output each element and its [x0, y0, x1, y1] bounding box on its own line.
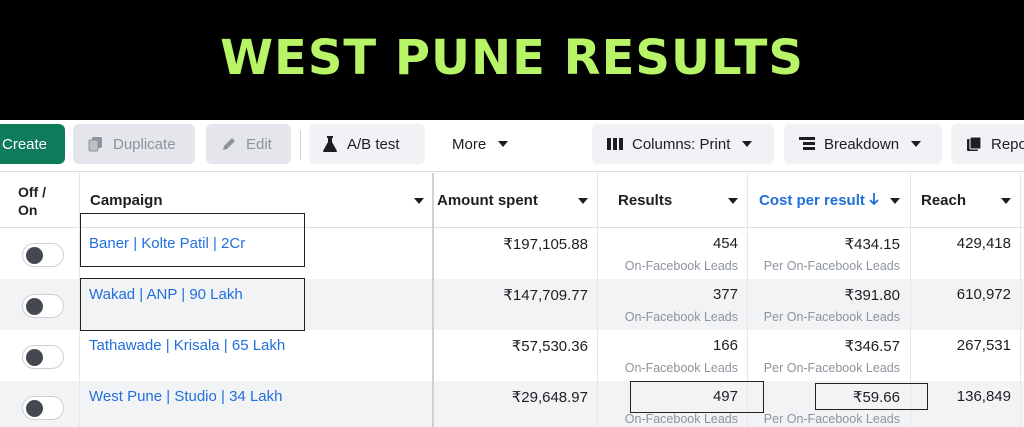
columns-label: Columns: Print [632, 135, 731, 153]
highlight-box [80, 213, 305, 267]
chevron-down-icon[interactable] [890, 198, 900, 204]
results-header-label: Results [618, 192, 673, 209]
duplicate-button[interactable]: Duplicate [73, 124, 195, 164]
breakdown-icon [798, 135, 816, 153]
ab-test-button[interactable]: A/B test [309, 124, 425, 164]
campaign-link[interactable]: Tathawade | Krisala | 65 Lakh [89, 337, 285, 354]
more-button[interactable]: More [438, 124, 530, 164]
cost-per-result-subtext: Per On-Facebook Leads [763, 310, 900, 324]
cost-per-result-value: ₹434.15 [844, 236, 900, 253]
amount-spent-value: ₹147,709.77 [503, 287, 588, 304]
column-divider [1020, 173, 1021, 427]
campaign-toggle[interactable] [22, 294, 64, 318]
cost-per-result-subtext: Per On-Facebook Leads [763, 259, 900, 273]
results-value: 454 [712, 235, 738, 252]
create-label: Create [2, 135, 48, 153]
title-banner: WEST PUNE RESULTS [0, 0, 1024, 120]
results-subtext: On-Facebook Leads [624, 412, 738, 426]
duplicate-label: Duplicate [113, 135, 176, 153]
edit-label: Edit [246, 135, 272, 153]
reach-value: 429,418 [956, 235, 1011, 252]
reach-value: 610,972 [956, 286, 1011, 303]
cost-per-result-value: ₹346.57 [844, 338, 900, 355]
campaign-toggle[interactable] [22, 345, 64, 369]
highlight-box [815, 383, 928, 410]
highlight-box [630, 381, 764, 413]
cost-per-result-header[interactable]: Cost per result [759, 173, 879, 228]
results-subtext: On-Facebook Leads [624, 310, 738, 324]
amount-spent-value: ₹197,105.88 [503, 236, 588, 253]
results-header[interactable]: Results [618, 173, 672, 228]
duplicate-icon [87, 135, 105, 153]
chevron-down-icon[interactable] [578, 198, 588, 204]
toggle-knob [26, 349, 43, 366]
amount-spent-value: ₹57,530.36 [511, 338, 588, 355]
campaign-link[interactable]: West Pune | Studio | 34 Lakh [89, 388, 282, 405]
toggle-knob [26, 247, 43, 264]
breakdown-label: Breakdown [824, 135, 900, 153]
results-value: 166 [712, 337, 738, 354]
chevron-down-icon [742, 141, 753, 147]
chevron-down-icon[interactable] [414, 198, 424, 204]
cost-per-result-value: ₹391.80 [844, 287, 900, 304]
breakdown-button[interactable]: Breakdown [784, 124, 942, 164]
highlight-box [80, 278, 305, 331]
campaign-header-label: Campaign [90, 192, 163, 209]
cost-per-result-subtext: Per On-Facebook Leads [763, 412, 900, 426]
toggle-knob [26, 400, 43, 417]
off-on-header: Off / On [18, 173, 46, 228]
amount-spent-value: ₹29,648.97 [511, 389, 588, 406]
column-divider [432, 173, 434, 427]
results-subtext: On-Facebook Leads [624, 259, 738, 273]
chevron-down-icon [911, 141, 922, 147]
off-on-header-label-2: On [18, 201, 38, 218]
reach-header[interactable]: Reach [921, 173, 966, 228]
reports-label: Repo [991, 135, 1024, 153]
toggle-knob [26, 298, 43, 315]
toolbar-divider [300, 130, 301, 160]
chevron-down-icon[interactable] [728, 198, 738, 204]
reach-value: 136,849 [956, 388, 1011, 405]
flask-icon [321, 135, 339, 153]
column-divider [597, 173, 598, 427]
sort-arrow-icon [869, 192, 879, 210]
reach-header-label: Reach [921, 192, 967, 209]
reach-value: 267,531 [956, 337, 1011, 354]
toolbar: Create Duplicate Edit A/B test More Colu… [0, 120, 1024, 172]
reports-button[interactable]: Repo [951, 124, 1024, 164]
columns-icon [606, 135, 624, 153]
table-row[interactable]: Tathawade | Krisala | 65 Lakh ₹57,530.36… [0, 330, 1024, 381]
banner-title: WEST PUNE RESULTS [220, 30, 804, 86]
campaign-toggle[interactable] [22, 243, 64, 267]
reports-icon [965, 135, 983, 153]
cost-per-result-subtext: Per On-Facebook Leads [763, 361, 900, 375]
off-on-header-label: Off / [18, 183, 46, 200]
campaign-toggle[interactable] [22, 396, 64, 420]
columns-button[interactable]: Columns: Print [592, 124, 774, 164]
more-label: More [452, 135, 487, 153]
chevron-down-icon[interactable] [1001, 198, 1011, 204]
results-value: 377 [712, 286, 738, 303]
results-subtext: On-Facebook Leads [624, 361, 738, 375]
amount-spent-header[interactable]: Amount spent [437, 173, 538, 228]
edit-button[interactable]: Edit [206, 124, 291, 164]
pencil-icon [220, 135, 238, 153]
cost-per-result-header-label: Cost per result [759, 192, 865, 209]
chevron-down-icon [498, 141, 509, 147]
create-button[interactable]: Create [0, 124, 65, 164]
amount-spent-header-label: Amount spent [437, 192, 538, 209]
ab-test-label: A/B test [347, 135, 400, 153]
